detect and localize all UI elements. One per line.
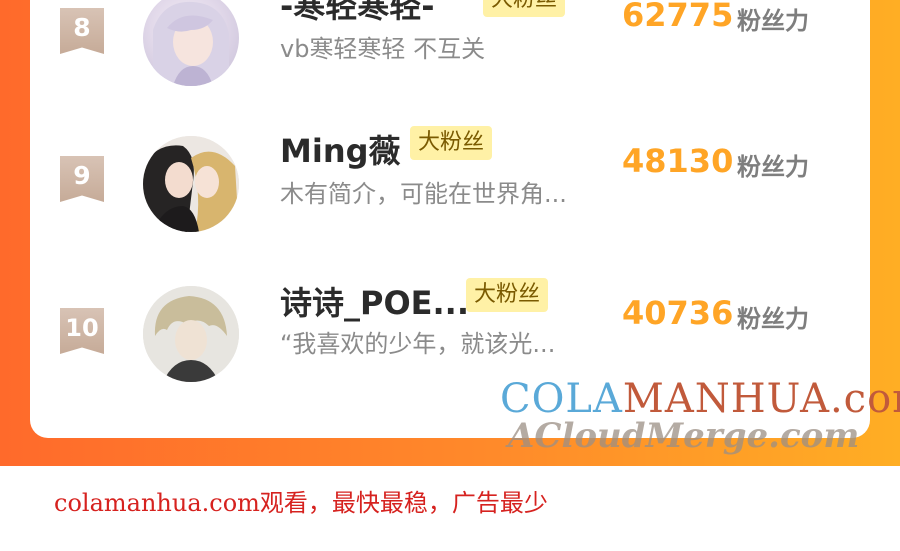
avatar[interactable] [143, 286, 239, 382]
rank-badge: 9 [60, 156, 104, 202]
ranking-row[interactable]: 8 -寒轻寒轻- 大粉丝 vb寒轻寒轻 不互关 62775 粉丝力 [30, 0, 870, 86]
watermark-acloudmerge: ACloudMerge.com [508, 416, 860, 456]
user-bio: “我喜欢的少年，就该光... [280, 330, 556, 358]
avatar[interactable] [143, 136, 239, 232]
fan-power-score: 40736 [622, 294, 734, 332]
avatar-image [143, 286, 239, 382]
fan-power-score: 48130 [622, 142, 734, 180]
rank-badge: 8 [60, 8, 104, 54]
footer-ad-text: colamanhua.com观看，最快最稳，广告最少 [54, 489, 548, 517]
fan-power-score: 62775 [622, 0, 734, 34]
fan-power-label: 粉丝力 [737, 305, 809, 333]
fan-power-label: 粉丝力 [737, 153, 809, 181]
user-bio: 木有简介，可能在世界角... [280, 180, 567, 208]
fan-ranking-card: 8 -寒轻寒轻- 大粉丝 vb寒轻寒轻 不互关 62775 粉丝力 9 [30, 0, 870, 438]
fan-level-tag: 大粉丝 [466, 278, 549, 312]
ranking-row[interactable]: 10 诗诗_POE... 大粉丝 “我喜欢的少年，就该光... 40736 粉丝… [30, 278, 870, 382]
rank-badge: 10 [60, 308, 104, 354]
avatar[interactable] [143, 0, 239, 86]
avatar-image [143, 136, 239, 232]
avatar-image [153, 1, 229, 86]
ranking-row[interactable]: 9 Ming薇 大粉丝 木有简介，可能在世界角... 48130 粉丝力 [30, 126, 870, 232]
user-bio: vb寒轻寒轻 不互关 [280, 35, 486, 63]
fan-level-tag: 大粉丝 [410, 126, 493, 160]
user-name[interactable]: -寒轻寒轻- [280, 0, 435, 27]
user-name[interactable]: Ming薇 [280, 126, 401, 172]
user-name[interactable]: 诗诗_POE... [280, 278, 469, 324]
fan-power-label: 粉丝力 [737, 7, 809, 35]
fan-level-tag: 大粉丝 [483, 0, 566, 17]
